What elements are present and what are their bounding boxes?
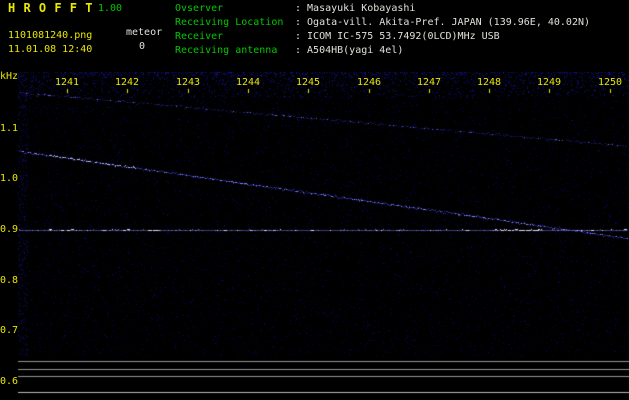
freq-axis-unit: kHz (0, 71, 19, 82)
meteor-count-label: meteor (126, 27, 163, 38)
observation-timestamp: 11.01.08 12:40 (8, 44, 93, 55)
freq-tick-label: 0.7 (0, 325, 19, 336)
time-tick-label: 1248 (476, 77, 502, 88)
freq-tick-label: 0.6 (0, 376, 19, 387)
time-tick-label: 1244 (235, 77, 261, 88)
info-label: Receiving antenna (175, 45, 278, 56)
time-tick-label: 1249 (536, 77, 562, 88)
freq-tick-label: 1.0 (0, 173, 19, 184)
info-label: Receiver (175, 31, 224, 42)
freq-tick-label: 0.8 (0, 275, 19, 286)
freq-tick-label: 0.9 (0, 224, 19, 235)
freq-tick-label: 1.1 (0, 123, 19, 134)
app-title: H R O F F T (8, 1, 93, 15)
hrofft-screen: H R O F F T 1.00 1101081240.png meteor 0… (0, 0, 629, 400)
output-filename: 1101081240.png (8, 30, 93, 41)
time-tick-label: 1241 (54, 77, 80, 88)
app-version: 1.00 (98, 3, 123, 14)
info-row-location: Receiving Location : Ogata-vill. Akita-P… (175, 16, 590, 30)
info-row-antenna: Receiving antenna : A504HB(yagi 4el) (175, 44, 590, 58)
meteor-count-value: 0 (139, 41, 146, 52)
time-tick-label: 1250 (597, 77, 623, 88)
time-tick-label: 1243 (175, 77, 201, 88)
time-tick-label: 1247 (416, 77, 442, 88)
station-info: Ovserver : Masayuki Kobayashi Receiving … (175, 2, 590, 58)
spectrogram-canvas (0, 0, 629, 400)
time-tick-label: 1246 (356, 77, 382, 88)
info-row-receiver: Receiver : ICOM IC-575 53.7492(0LCD)MHz … (175, 30, 590, 44)
time-tick-label: 1245 (295, 77, 321, 88)
info-row-observer: Ovserver : Masayuki Kobayashi (175, 2, 590, 16)
info-label: Ovserver (175, 3, 224, 14)
time-tick-label: 1242 (114, 77, 140, 88)
info-value: : Masayuki Kobayashi (295, 3, 416, 14)
info-value: : A504HB(yagi 4el) (295, 45, 404, 56)
info-value: : ICOM IC-575 53.7492(0LCD)MHz USB (295, 31, 500, 42)
info-label: Receiving Location (175, 17, 284, 28)
info-value: : Ogata-vill. Akita-Pref. JAPAN (139.96E… (295, 17, 591, 28)
